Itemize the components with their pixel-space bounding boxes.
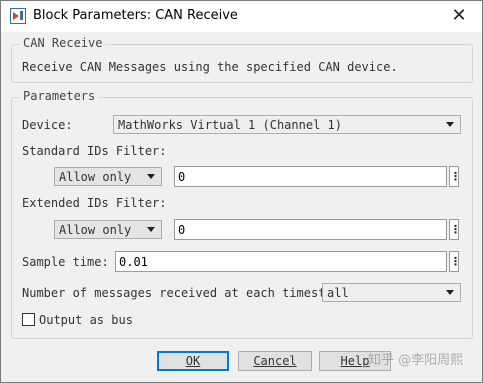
simulink-block-icon: [10, 8, 26, 24]
cancel-button[interactable]: Cancel: [238, 351, 312, 371]
std-filter-mode-value: Allow only: [59, 170, 132, 184]
num-messages-label: Number of messages received at each time…: [22, 286, 348, 300]
std-filter-label: Standard IDs Filter:: [22, 144, 167, 158]
device-select-value: MathWorks Virtual 1 (Channel 1): [118, 118, 342, 132]
device-label: Device:: [22, 118, 73, 132]
sample-time-label: Sample time:: [22, 255, 109, 269]
num-messages-select-value: all: [327, 286, 349, 300]
block-description: Receive CAN Messages using the specified…: [22, 60, 398, 74]
output-as-bus-checkbox[interactable]: [22, 313, 35, 326]
close-icon[interactable]: ✕: [448, 5, 470, 27]
num-messages-select[interactable]: all: [322, 283, 461, 302]
std-filter-mode-select[interactable]: Allow only: [54, 167, 162, 186]
window-title: Block Parameters: CAN Receive: [33, 8, 238, 23]
std-filter-input-value: 0: [178, 170, 186, 184]
help-button-label: Help: [340, 354, 370, 368]
dialog-window: Block Parameters: CAN Receive ✕ CAN Rece…: [0, 0, 483, 383]
chevron-down-icon: [446, 122, 454, 127]
std-filter-input[interactable]: 0: [174, 166, 447, 187]
output-as-bus-label: Output as bus: [39, 313, 133, 327]
ext-filter-input[interactable]: 0: [174, 219, 447, 240]
watermark-text: 知乎 @李阳周熙: [368, 353, 464, 368]
more-options-icon[interactable]: ⋮: [449, 166, 461, 187]
sample-time-input-value: 0.01: [119, 255, 148, 269]
ext-filter-label: Extended IDs Filter:: [22, 196, 167, 210]
ok-button-label: OK: [185, 354, 201, 368]
ext-filter-mode-value: Allow only: [59, 223, 132, 237]
sample-time-input[interactable]: 0.01: [115, 251, 447, 272]
more-options-icon[interactable]: ⋮: [449, 251, 461, 272]
chevron-down-icon: [147, 174, 155, 179]
title-bar: Block Parameters: CAN Receive ✕: [1, 1, 482, 32]
chevron-down-icon: [147, 227, 155, 232]
device-select[interactable]: MathWorks Virtual 1 (Channel 1): [113, 115, 461, 134]
ext-filter-input-value: 0: [178, 223, 186, 237]
more-options-icon[interactable]: ⋮: [449, 219, 461, 240]
chevron-down-icon: [446, 290, 454, 295]
ext-filter-mode-select[interactable]: Allow only: [54, 220, 162, 239]
block-group-label: CAN Receive: [20, 36, 106, 50]
parameters-group-label: Parameters: [20, 89, 99, 103]
cancel-button-label: Cancel: [253, 354, 297, 368]
ok-button[interactable]: OK: [157, 351, 229, 371]
